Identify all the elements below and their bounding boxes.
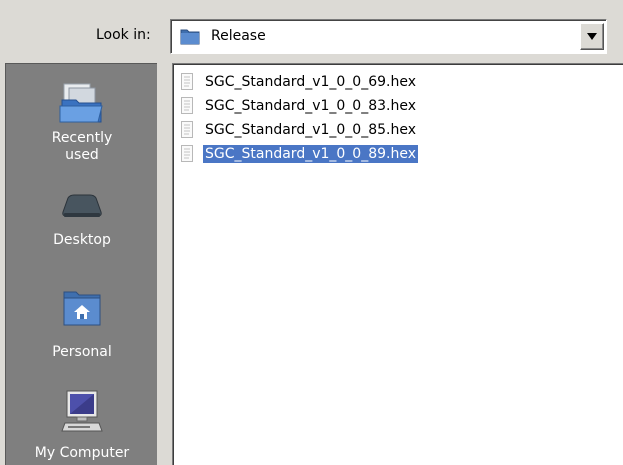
sidebar-label-personal: Personal <box>52 344 112 360</box>
file-name: SGC_Standard_v1_0_0_69.hex <box>205 74 416 90</box>
text-file-icon <box>181 121 195 143</box>
file-name: SGC_Standard_v1_0_0_85.hex <box>205 122 416 138</box>
sidebar-item-personal[interactable]: Personal <box>6 288 158 361</box>
recent-documents-icon <box>6 82 158 130</box>
text-file-icon <box>181 97 195 119</box>
text-file-icon <box>181 73 195 95</box>
desktop-icon <box>6 192 158 226</box>
home-folder-icon <box>6 288 158 332</box>
look-in-value: Release <box>211 28 266 44</box>
sidebar-item-my-computer[interactable]: My Computer <box>6 389 158 462</box>
sidebar-label-desktop: Desktop <box>53 232 111 248</box>
dropdown-arrow-icon[interactable] <box>580 23 604 50</box>
sidebar-item-desktop[interactable]: Desktop <box>6 192 158 249</box>
computer-icon <box>6 389 158 443</box>
look-in-label: Look in: <box>96 27 151 43</box>
file-name: SGC_Standard_v1_0_0_83.hex <box>205 98 416 114</box>
text-file-icon <box>181 145 195 167</box>
folder-icon <box>180 27 200 45</box>
look-in-combobox[interactable]: Release <box>170 19 607 54</box>
file-name: SGC_Standard_v1_0_0_89.hex <box>203 145 418 163</box>
sidebar-item-recently-used[interactable]: Recently used <box>6 82 158 164</box>
file-list[interactable]: SGC_Standard_v1_0_0_69.hex SGC_Standard_… <box>172 63 623 465</box>
sidebar-label-recently-used: Recently used <box>51 130 113 163</box>
places-sidebar: Recently used Desktop Personal My Comput… <box>5 63 157 465</box>
sidebar-label-my-computer: My Computer <box>34 445 130 461</box>
